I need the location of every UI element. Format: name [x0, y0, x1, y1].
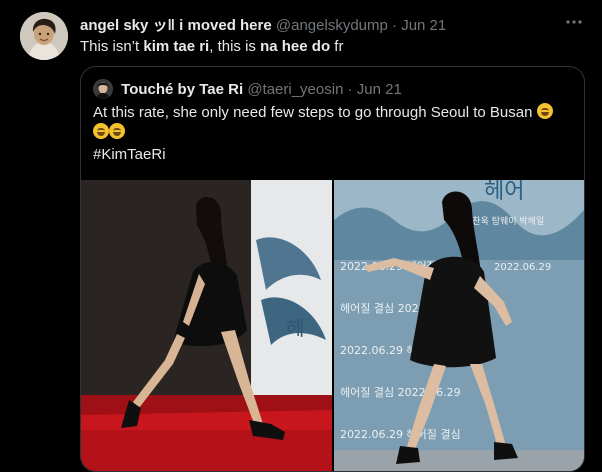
quoted-tweet[interactable]: Touché by Tae Ri @taeri_yeosin · Jun 21 …: [80, 66, 585, 472]
hashtag-link[interactable]: #KimTaeRi: [93, 146, 166, 163]
photo-backdrop-wall[interactable]: 헤어 박찬욱 탕웨이 박해일 2022.06.29 헤어질 결심 헤어질 결심 …: [334, 180, 584, 471]
media-grid: 헤 헤어 박찬욱 탕웨이 박해일 헤어질 결심 2022.06.29 2022.…: [81, 180, 584, 471]
separator-dot: ·: [347, 81, 353, 98]
backdrop-text: 헤: [286, 316, 304, 340]
quoted-text-body: At this rate, she only need few steps to…: [93, 104, 533, 121]
backdrop-date: 2022.06.29: [494, 262, 551, 273]
photo-red-carpet[interactable]: 헤: [81, 180, 332, 471]
laughing-emoji-icon: [536, 103, 553, 119]
quoted-user-handle[interactable]: @taeri_yeosin: [247, 81, 343, 98]
quoted-tweet-text: At this rate, she only need few steps to…: [93, 103, 573, 143]
tweet-text-part: This isn’t: [80, 38, 144, 55]
backdrop-credits: 박찬욱 탕웨이 박해일: [464, 215, 544, 227]
separator-dot: ·: [392, 17, 398, 34]
quoted-timestamp[interactable]: Jun 21: [357, 81, 402, 98]
user-handle[interactable]: @angelskydump: [276, 17, 388, 34]
avatar[interactable]: [20, 12, 68, 60]
backdrop-row: 2022.06.29 헤어질 결심: [340, 428, 461, 441]
backdrop-row: 헤어질 결심 2022.06.29: [340, 386, 461, 399]
laughing-emoji-icon: [93, 123, 109, 139]
avatar-image: [20, 12, 68, 60]
tweet[interactable]: angel sky ッ‖ i moved here @angelskydump …: [0, 0, 602, 472]
tweet-text-part: , this is: [209, 38, 261, 55]
more-horizontal-icon[interactable]: [564, 12, 584, 37]
tweet-text-bold: na hee do: [260, 38, 331, 55]
quoted-tweet-header: Touché by Tae Ri @taeri_yeosin · Jun 21: [93, 79, 402, 99]
tweet-text-bold: kim tae ri: [143, 38, 210, 55]
tweet-text-part: fr: [330, 38, 344, 55]
tweet-text: This isn’t kim tae ri, this is na hee do…: [80, 38, 343, 55]
backdrop-title: 헤어: [484, 180, 524, 204]
display-name[interactable]: angel sky ッ‖ i moved here: [80, 17, 272, 34]
timestamp[interactable]: Jun 21: [401, 17, 446, 34]
quoted-display-name[interactable]: Touché by Tae Ri: [121, 81, 243, 98]
quoted-avatar[interactable]: [93, 79, 113, 99]
laughing-emoji-icon: [109, 123, 125, 139]
tweet-header: angel sky ッ‖ i moved here @angelskydump …: [80, 14, 562, 34]
